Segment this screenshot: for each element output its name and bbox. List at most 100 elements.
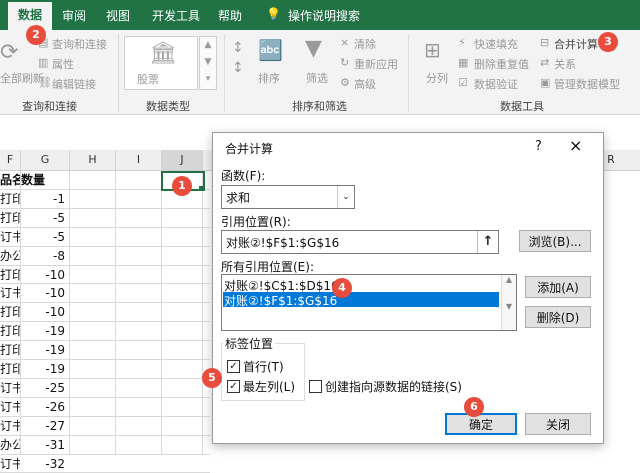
relationships-button[interactable]: 关系 [554,56,576,72]
chevron-down-icon[interactable]: ⌄ [337,186,354,208]
cell-f[interactable]: 打印机 [0,209,20,227]
help-button[interactable]: ? [535,139,542,154]
cell-f[interactable]: 打印机 [0,266,20,284]
cell-f[interactable]: 打印机 [0,190,20,208]
cell-f[interactable]: 订书机 [0,455,20,473]
cell-f[interactable]: 打印机 [0,303,20,321]
properties-button[interactable]: 属性 [52,56,74,72]
text-to-columns-button[interactable]: 分列 [426,70,448,86]
advanced-filter-button[interactable]: 高级 [354,76,376,92]
header-cell-g[interactable]: 数量 [21,171,65,189]
selected-list-item[interactable]: 对账②!$F$1:$G$16 [223,292,499,308]
sort-az-icon[interactable]: ↕ [232,40,244,56]
cell-f[interactable]: 打印机 [0,322,20,340]
manage-data-model-button[interactable]: 管理数据模型 [554,76,620,92]
list-scrollbar[interactable]: ▲ ▼ [501,275,516,330]
tab-view[interactable]: 视图 [106,7,130,24]
cell-g[interactable]: -10 [21,266,65,284]
lightbulb-icon: 💡 [266,7,281,21]
sort-button[interactable]: 排序 [258,70,280,86]
data-validation-button[interactable]: 数据验证 [474,76,518,92]
cell-f[interactable]: 办公桌 [0,436,20,454]
filter-button[interactable]: 筛选 [306,70,328,86]
header-cell-f[interactable]: 品名 [0,171,20,189]
cell-g[interactable]: -5 [21,209,65,227]
refresh-all-icon[interactable]: ⟳ [0,40,18,65]
cell-g[interactable]: -19 [21,360,65,378]
cell-f[interactable]: 订书机 [0,379,20,397]
flash-fill-button[interactable]: 快速填充 [474,36,518,52]
cell-f[interactable]: 订书机 [0,228,20,246]
cell-f[interactable]: 订书机 [0,284,20,302]
browse-button[interactable]: 浏览(B)... [519,230,591,252]
cell-g[interactable]: -19 [21,341,65,359]
remove-duplicates-button[interactable]: 删除重复值 [474,56,529,72]
add-button[interactable]: 添加(A) [525,276,591,298]
grid-line [115,171,116,455]
label-position-title: 标签位置 [223,335,276,352]
create-links-checkbox[interactable] [309,380,322,393]
cell-g[interactable]: -19 [21,322,65,340]
first-row-checkbox[interactable]: ✓ [227,360,240,373]
sort-icon[interactable]: 🔤 [258,38,283,62]
text-to-columns-icon[interactable]: ⊞ [424,38,441,62]
step-badge-6: 6 [464,397,484,417]
data-type-gallery[interactable]: 🏛 股票 [124,36,198,90]
column-header-i[interactable]: I [116,150,162,170]
cell-g[interactable]: -31 [21,436,65,454]
properties-icon: ▥ [38,56,49,69]
tab-developer[interactable]: 开发工具 [152,7,200,24]
remove-duplicates-icon: ▦ [458,56,469,69]
left-column-label: 最左列(L) [243,380,296,394]
cell-g[interactable]: -10 [21,284,65,302]
fill-handle[interactable] [199,186,204,191]
function-select[interactable]: 求和 ⌄ [221,185,355,209]
cell-g[interactable]: -1 [21,190,65,208]
cell-g[interactable]: -32 [21,455,65,473]
filter-icon[interactable]: ▼ [305,36,322,61]
reference-input[interactable]: 对账②!$F$1:$G$16 ↑ [221,230,499,254]
cell-f[interactable]: 打印机 [0,360,20,378]
reference-label: 引用位置(R): [221,215,291,229]
tab-help[interactable]: 帮助 [218,7,242,24]
cell-g[interactable]: -25 [21,379,65,397]
queries-connections-button[interactable]: 查询和连接 [52,36,107,52]
consolidate-button[interactable]: 合并计算 [554,36,598,52]
reapply-button[interactable]: 重新应用 [354,56,398,72]
edit-links-icon: ⛓ [38,76,52,89]
cell-g[interactable]: -10 [21,303,65,321]
step-badge-3: 3 [598,32,618,52]
consolidate-dialog: 合并计算 ? × 函数(F): 求和 ⌄ 引用位置(R): 对账②!$F$1:$… [212,132,604,444]
column-header-j[interactable]: J [162,150,203,170]
cell-g[interactable]: -27 [21,417,65,435]
column-header-h[interactable]: H [70,150,116,170]
cell-g[interactable]: -8 [21,247,65,265]
group-label-sortfilter: 排序和筛选 [292,100,347,113]
sort-za-icon[interactable]: ↕ [232,60,244,76]
cell-f[interactable]: 订书机 [0,417,20,435]
column-header-f[interactable]: F [0,150,21,170]
grid-line [161,171,162,455]
ok-button[interactable]: 确定 [445,413,517,435]
all-references-list[interactable]: 对账②!$C$1:$D$16 对账②!$F$1:$G$16 ▲ ▼ [221,274,517,331]
cell-f[interactable]: 办公桌 [0,247,20,265]
close-button[interactable]: 关闭 [525,413,591,435]
edit-links-button[interactable]: 编辑链接 [52,76,96,92]
column-header-g[interactable]: G [21,150,70,170]
delete-button[interactable]: 删除(D) [525,306,591,328]
left-column-checkbox[interactable]: ✓ [227,380,240,393]
gallery-scroll[interactable]: ▲ ▼ ▾ [199,36,217,90]
consolidate-icon: ⊟ [540,36,550,49]
cell-f[interactable]: 订书机 [0,398,20,416]
cell-g[interactable]: -5 [21,228,65,246]
collapse-dialog-icon[interactable]: ↑ [477,231,498,253]
grid-line [202,171,203,455]
divider [224,34,225,112]
clear-filter-button[interactable]: 清除 [354,36,376,52]
cell-g[interactable]: -26 [21,398,65,416]
close-icon[interactable]: × [569,136,582,155]
tell-me-search[interactable]: 操作说明搜索 [288,7,360,24]
tab-review[interactable]: 审阅 [62,7,86,24]
cell-f[interactable]: 打印机 [0,341,20,359]
group-label-datatools: 数据工具 [500,100,544,113]
